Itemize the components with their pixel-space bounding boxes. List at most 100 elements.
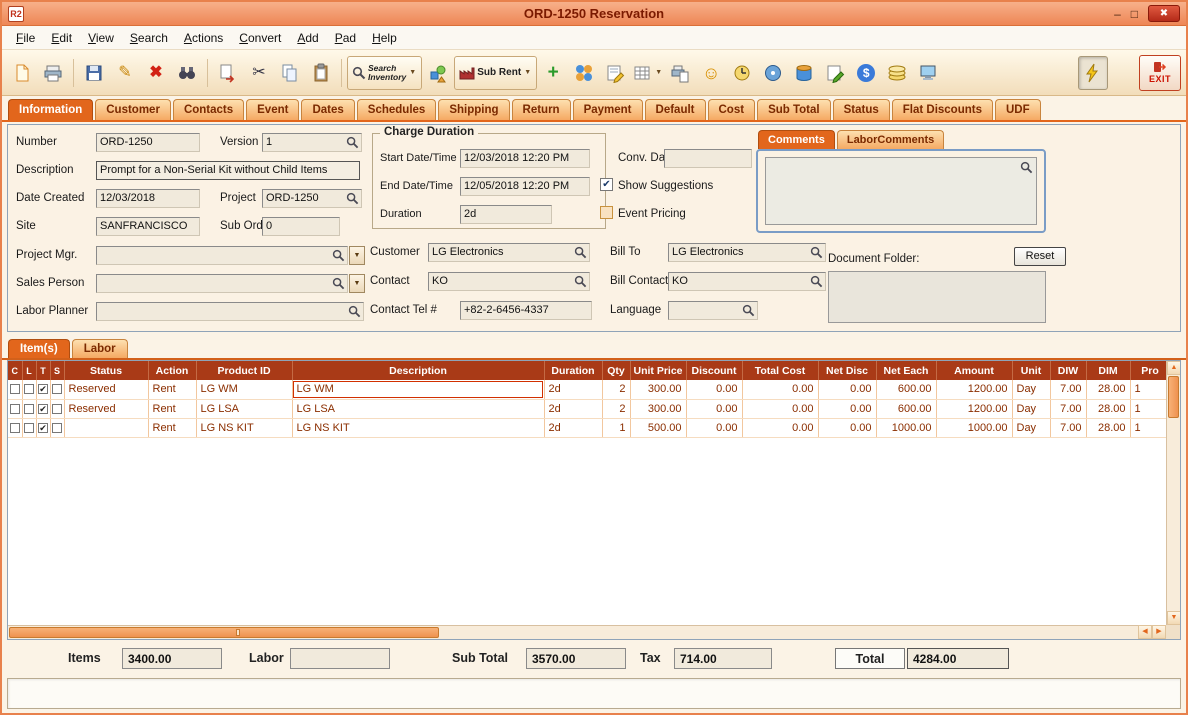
row-checkbox[interactable]	[9, 422, 20, 433]
document-folder-box[interactable]	[828, 271, 1046, 323]
column-header-diw[interactable]: DIW	[1050, 361, 1087, 380]
cell-amount[interactable]: 1000.00	[936, 418, 1013, 438]
reset-button[interactable]: Reset	[1014, 247, 1066, 266]
cell-description[interactable]: LG WM	[292, 380, 545, 400]
show-suggestions-checkbox[interactable]: ✔	[600, 178, 613, 191]
date-created-field[interactable]: 12/03/2018	[96, 189, 200, 208]
transfer-button[interactable]	[213, 56, 243, 90]
customer-field[interactable]: LG Electronics	[428, 243, 590, 262]
column-header-action[interactable]: Action	[148, 361, 197, 380]
project-field[interactable]: ORD-1250	[262, 189, 362, 208]
cell-unit[interactable]: Day	[1012, 399, 1051, 419]
cell-action[interactable]: Rent	[148, 380, 197, 400]
cell-unit[interactable]: Day	[1012, 418, 1051, 438]
column-header-unit-price[interactable]: Unit Price	[630, 361, 687, 380]
row-checkbox[interactable]: ✔	[38, 384, 48, 395]
column-header-net-disc[interactable]: Net Disc	[818, 361, 877, 380]
scroll-down-arrow[interactable]: ▼	[1167, 611, 1180, 625]
column-header-pro[interactable]: Pro	[1130, 361, 1166, 380]
tab-schedules[interactable]: Schedules	[356, 99, 437, 120]
tab-information[interactable]: Information	[8, 99, 94, 120]
cell-discount[interactable]: 0.00	[686, 399, 743, 419]
disk-button[interactable]	[758, 56, 788, 90]
cell-dim[interactable]: 28.00	[1086, 418, 1131, 438]
cell-status[interactable]: Reserved	[64, 380, 149, 400]
contact-field[interactable]: KO	[428, 272, 590, 291]
scroll-left-arrow[interactable]: ◀	[1138, 625, 1152, 639]
search-icon[interactable]	[810, 246, 823, 259]
cell-dim[interactable]: 28.00	[1086, 380, 1131, 400]
project-mgr-field[interactable]	[96, 246, 348, 265]
row-checkbox[interactable]	[24, 384, 34, 395]
search-icon[interactable]	[574, 275, 587, 288]
cell-action[interactable]: Rent	[148, 418, 197, 438]
cell-pro[interactable]: 1	[1130, 380, 1166, 400]
column-header-discount[interactable]: Discount	[686, 361, 743, 380]
cell-net-each[interactable]: 600.00	[876, 399, 937, 419]
menu-help[interactable]: Help	[364, 28, 405, 48]
number-field[interactable]: ORD-1250	[96, 133, 200, 152]
tab-item-s[interactable]: Item(s)	[8, 339, 70, 358]
row-checkbox[interactable]	[24, 403, 34, 414]
cell-duration[interactable]: 2d	[544, 418, 603, 438]
tab-comments[interactable]: Comments	[758, 130, 835, 149]
cell-diw[interactable]: 7.00	[1050, 380, 1087, 400]
cell-product-id[interactable]: LG LSA	[196, 399, 293, 419]
column-header-amount[interactable]: Amount	[936, 361, 1013, 380]
end-datetime-field[interactable]: 12/05/2018 12:20 PM	[460, 177, 590, 196]
menu-search[interactable]: Search	[122, 28, 176, 48]
cell-diw[interactable]: 7.00	[1050, 399, 1087, 419]
tab-cost[interactable]: Cost	[707, 99, 756, 120]
menu-pad[interactable]: Pad	[327, 28, 364, 48]
table-row[interactable]: ✔ Reserved Rent LG LSA LG LSA 2d 2 300.00 0.00 0.…	[8, 399, 1166, 419]
edit-button[interactable]: ✎	[110, 56, 140, 90]
column-header-l[interactable]: L	[22, 361, 37, 380]
table-row[interactable]: ✔ Reserved Rent LG WM LG WM 2d 2 300.00 0.00 0.00…	[8, 380, 1166, 400]
cell-description[interactable]: LG NS KIT	[292, 418, 545, 438]
cell-total-cost[interactable]: 0.00	[742, 380, 819, 400]
cell-status[interactable]: Reserved	[64, 399, 149, 419]
print-button[interactable]	[38, 56, 68, 90]
scroll-right-arrow[interactable]: ▶	[1152, 625, 1166, 639]
horizontal-scrollbar[interactable]: ◀ ▶	[8, 625, 1166, 639]
contact-tel-field[interactable]: +82-2-6456-4337	[460, 301, 592, 320]
green-edit-button[interactable]	[820, 56, 850, 90]
cell-net-disc[interactable]: 0.00	[818, 399, 877, 419]
tab-laborcomments[interactable]: LaborComments	[836, 130, 945, 149]
cell-net-disc[interactable]: 0.00	[818, 418, 877, 438]
cell-discount[interactable]: 0.00	[686, 418, 743, 438]
sales-person-field[interactable]	[96, 274, 348, 293]
cell-net-each[interactable]: 600.00	[876, 380, 937, 400]
cell-discount[interactable]: 0.00	[686, 380, 743, 400]
tab-labor[interactable]: Labor	[71, 339, 128, 358]
tab-payment[interactable]: Payment	[572, 99, 643, 120]
cell-unit[interactable]: Day	[1012, 380, 1051, 400]
cell-diw[interactable]: 7.00	[1050, 418, 1087, 438]
column-header-duration[interactable]: Duration	[544, 361, 603, 380]
grid-button[interactable]: ▼	[631, 56, 664, 90]
conv-date-field[interactable]	[664, 149, 752, 168]
column-header-dim[interactable]: DIM	[1086, 361, 1131, 380]
row-checkbox[interactable]	[9, 384, 20, 395]
currency-button[interactable]: $	[851, 56, 881, 90]
cell-duration[interactable]: 2d	[544, 380, 603, 400]
vertical-scrollbar[interactable]: ▲ ▼	[1166, 361, 1180, 625]
table-row[interactable]: ✔ Rent LG NS KIT LG NS KIT 2d 1 500.00 0.00 0.00…	[8, 418, 1166, 438]
print-preview-button[interactable]	[665, 56, 695, 90]
column-header-description[interactable]: Description	[292, 361, 545, 380]
tab-status[interactable]: Status	[832, 99, 890, 120]
tab-shipping[interactable]: Shipping	[438, 99, 510, 120]
cell-amount[interactable]: 1200.00	[936, 380, 1013, 400]
cut-button[interactable]: ✂	[244, 56, 274, 90]
search-inventory-dropdown[interactable]: ▼	[408, 69, 417, 76]
database-button[interactable]	[789, 56, 819, 90]
bill-contact-field[interactable]: KO	[668, 272, 826, 291]
column-header-s[interactable]: S	[50, 361, 65, 380]
search-icon[interactable]	[332, 277, 345, 290]
menu-file[interactable]: File	[8, 28, 43, 48]
cell-duration[interactable]: 2d	[544, 399, 603, 419]
menu-add[interactable]: Add	[289, 28, 326, 48]
horizontal-scroll-thumb[interactable]	[9, 627, 439, 638]
tab-udf[interactable]: UDF	[994, 99, 1041, 120]
sales-person-dropdown[interactable]: ▼	[349, 274, 365, 293]
